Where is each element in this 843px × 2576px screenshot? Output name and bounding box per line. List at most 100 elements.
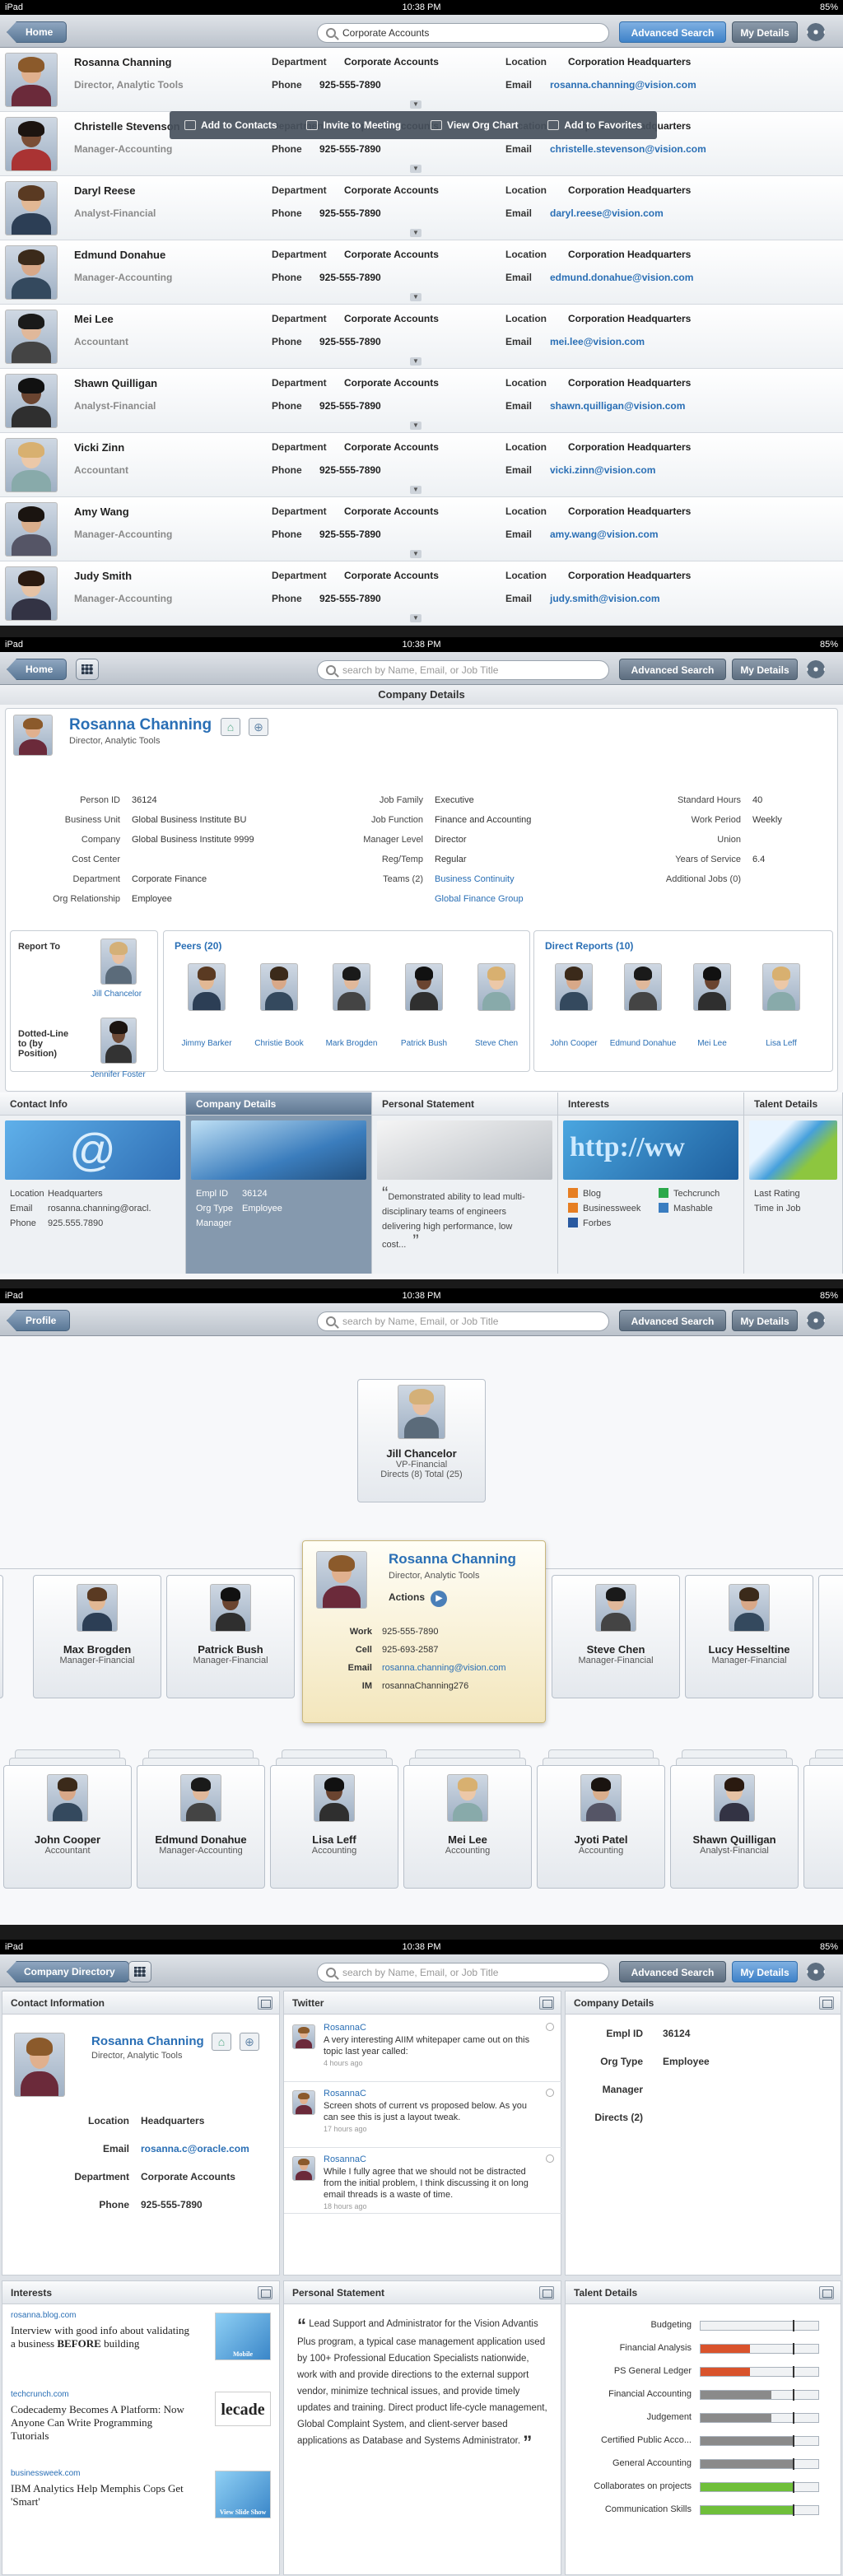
peer-name[interactable]: Christie Book bbox=[247, 1039, 311, 1048]
manager-photo[interactable] bbox=[100, 939, 137, 985]
grid-button[interactable] bbox=[128, 1961, 151, 1982]
profile-back-button[interactable]: Profile bbox=[7, 1310, 71, 1331]
grid-button[interactable] bbox=[76, 659, 99, 680]
interest-source[interactable]: rosanna.blog.com bbox=[11, 2311, 77, 2320]
share-icon[interactable]: ⊕ bbox=[249, 718, 268, 736]
result-row[interactable]: Vicki Zinn Accountant Department Corporate … bbox=[0, 433, 843, 497]
org-person-card[interactable]: Jyoti Patel Accounting bbox=[537, 1765, 665, 1889]
direct-report-name[interactable]: Lisa Leff bbox=[748, 1039, 815, 1048]
org-person-card[interactable]: Max Brogden Manager-Financial bbox=[33, 1575, 161, 1698]
direct-report-photo[interactable] bbox=[693, 963, 731, 1011]
org-person-card[interactable]: Patrick Bush Manager-Financial bbox=[166, 1575, 295, 1698]
org-chart-icon[interactable]: ⌂ bbox=[221, 718, 240, 736]
interest-item[interactable]: Techcrunch bbox=[659, 1186, 733, 1201]
share-icon[interactable]: ⊕ bbox=[240, 2033, 259, 2051]
chevron-down-icon[interactable]: ▼ bbox=[410, 357, 422, 366]
view-org-chart-action[interactable]: View Org Chart bbox=[431, 119, 519, 131]
manager-card[interactable]: Jill Chancelor VP-Financial Directs (8) … bbox=[357, 1379, 486, 1502]
result-row[interactable]: Judy Smith Manager-Accounting Department Co… bbox=[0, 561, 843, 626]
actions-button[interactable]: Actions ▶ bbox=[389, 1591, 448, 1607]
interest-item[interactable]: Forbes bbox=[568, 1216, 659, 1231]
org-chart-icon[interactable]: ⌂ bbox=[212, 2033, 231, 2051]
personal-statement-tile[interactable]: Personal Statement “Demonstrated ability… bbox=[372, 1092, 558, 1274]
dotted-manager-photo[interactable] bbox=[100, 1018, 137, 1064]
result-row[interactable]: Edmund Donahue Manager-Accounting Departme… bbox=[0, 240, 843, 305]
tweet-user[interactable]: RosannaC bbox=[324, 2089, 366, 2099]
search-input[interactable]: search by Name, Email, or Job Title bbox=[317, 1963, 609, 1982]
peer-name[interactable]: Patrick Bush bbox=[392, 1039, 456, 1048]
expand-icon[interactable] bbox=[819, 2286, 834, 2299]
team-link[interactable]: Business Continuity bbox=[435, 874, 515, 884]
my-details-button[interactable]: My Details bbox=[732, 21, 798, 43]
home-button[interactable]: Home bbox=[7, 659, 68, 680]
expand-icon[interactable] bbox=[258, 2286, 272, 2299]
org-person-card[interactable]: Mei Lee Accounting bbox=[403, 1765, 532, 1889]
interests-tile[interactable]: Interests http://ww Blog Techcrunch Busine… bbox=[558, 1092, 744, 1274]
tweet-user[interactable]: RosannaC bbox=[324, 2154, 366, 2164]
org-person-card[interactable]: Steve Chen Manager-Financial bbox=[552, 1575, 680, 1698]
tweet[interactable]: RosannaC While I fully agree that we shou… bbox=[284, 2148, 562, 2214]
add-to-favorites-action[interactable]: Add to Favorites bbox=[547, 119, 642, 131]
tweet-user[interactable]: RosannaC bbox=[324, 2023, 366, 2033]
email-link[interactable]: rosanna.channing@vision.com bbox=[382, 1663, 506, 1681]
interest-headline[interactable]: IBM Analytics Help Memphis Cops Get 'Sma… bbox=[11, 2482, 192, 2508]
result-row[interactable]: Shawn Quilligan Analyst-Financial Departme… bbox=[0, 369, 843, 433]
result-row[interactable]: Mei Lee Accountant Department Corporate Acc… bbox=[0, 305, 843, 369]
invite-to-meeting-action[interactable]: Invite to Meeting bbox=[306, 119, 401, 131]
org-person-card[interactable]: John Cooper Accountant bbox=[3, 1765, 132, 1889]
chevron-down-icon[interactable]: ▼ bbox=[410, 486, 422, 494]
chevron-down-icon[interactable]: ▼ bbox=[410, 293, 422, 301]
org-person-card[interactable]: Shawn Quilligan Analyst-Financial bbox=[670, 1765, 799, 1889]
email-link[interactable]: christelle.stevenson@vision.com bbox=[550, 143, 706, 155]
chevron-down-icon[interactable]: ▼ bbox=[410, 229, 422, 237]
org-person-card[interactable]: Edmund Donahue Manager-Accounting bbox=[137, 1765, 265, 1889]
search-input[interactable]: search by Name, Email, or Job Title bbox=[317, 1311, 609, 1331]
email-link[interactable]: shawn.quilligan@vision.com bbox=[550, 400, 685, 412]
company-details-tile[interactable]: Company Details Empl ID 36124 Org Type Empl… bbox=[186, 1092, 372, 1274]
gear-icon[interactable] bbox=[807, 660, 825, 678]
direct-report-name[interactable]: John Cooper bbox=[540, 1039, 608, 1048]
advanced-search-button[interactable]: Advanced Search bbox=[619, 1310, 726, 1331]
tweet[interactable]: RosannaC A very interesting AIIM whitepap… bbox=[284, 2016, 562, 2082]
my-details-button[interactable]: My Details bbox=[732, 1310, 798, 1331]
peer-photo[interactable] bbox=[477, 963, 515, 1011]
advanced-search-button[interactable]: Advanced Search bbox=[619, 659, 726, 680]
interest-item[interactable]: Blog bbox=[568, 1186, 659, 1201]
contact-info-tile[interactable]: Contact Info @ Location Headquarters Email… bbox=[0, 1092, 186, 1274]
interest-headline[interactable]: Interview with good info about validatin… bbox=[11, 2324, 192, 2350]
email-link[interactable]: edmund.donahue@vision.com bbox=[550, 272, 693, 283]
my-details-button[interactable]: My Details bbox=[732, 1961, 798, 1982]
my-details-button[interactable]: My Details bbox=[732, 659, 798, 680]
peer-photo[interactable] bbox=[260, 963, 298, 1011]
email-link[interactable]: rosanna.channing@vision.com bbox=[550, 79, 696, 91]
interest-headline[interactable]: Codecademy Becomes A Platform: Now Anyon… bbox=[11, 2403, 192, 2443]
email-link[interactable]: amy.wang@vision.com bbox=[550, 529, 659, 540]
home-button[interactable]: Home bbox=[7, 21, 68, 43]
interest-source[interactable]: techcrunch.com bbox=[11, 2390, 69, 2399]
direct-report-photo[interactable] bbox=[555, 963, 593, 1011]
email-link[interactable]: vicki.zinn@vision.com bbox=[550, 464, 655, 476]
focus-card[interactable]: Rosanna Channing Director, Analytic Tool… bbox=[302, 1540, 546, 1723]
direct-report-name[interactable]: Mei Lee bbox=[678, 1039, 746, 1048]
email-link[interactable]: judy.smith@vision.com bbox=[550, 593, 660, 604]
row-value[interactable]: rosanna.c@oracle.com bbox=[141, 2143, 249, 2171]
interest-source[interactable]: businessweek.com bbox=[11, 2469, 80, 2478]
org-person-card[interactable]: Lucy Hesseltine Manager-Financial bbox=[685, 1575, 813, 1698]
add-to-contacts-action[interactable]: Add to Contacts bbox=[184, 119, 277, 131]
email-link[interactable]: daryl.reese@vision.com bbox=[550, 207, 664, 219]
direct-reports-title[interactable]: Direct Reports (10) bbox=[545, 940, 633, 952]
expand-icon[interactable] bbox=[539, 1996, 554, 2010]
chevron-down-icon[interactable]: ▼ bbox=[410, 100, 422, 109]
search-input[interactable]: search by Name, Email, or Job Title bbox=[317, 660, 609, 680]
expand-icon[interactable] bbox=[539, 2286, 554, 2299]
interest-item[interactable]: Businessweek bbox=[568, 1201, 659, 1216]
gear-icon[interactable] bbox=[807, 23, 825, 41]
dotted-manager-name[interactable]: Jennifer Foster bbox=[91, 1070, 146, 1079]
peer-photo[interactable] bbox=[188, 963, 226, 1011]
company-directory-button[interactable]: Company Directory bbox=[7, 1961, 129, 1982]
chevron-down-icon[interactable]: ▼ bbox=[410, 165, 422, 173]
chevron-down-icon[interactable]: ▼ bbox=[410, 422, 422, 430]
peers-title[interactable]: Peers (20) bbox=[175, 940, 221, 952]
direct-report-photo[interactable] bbox=[762, 963, 800, 1011]
advanced-search-button[interactable]: Advanced Search bbox=[619, 1961, 726, 1982]
